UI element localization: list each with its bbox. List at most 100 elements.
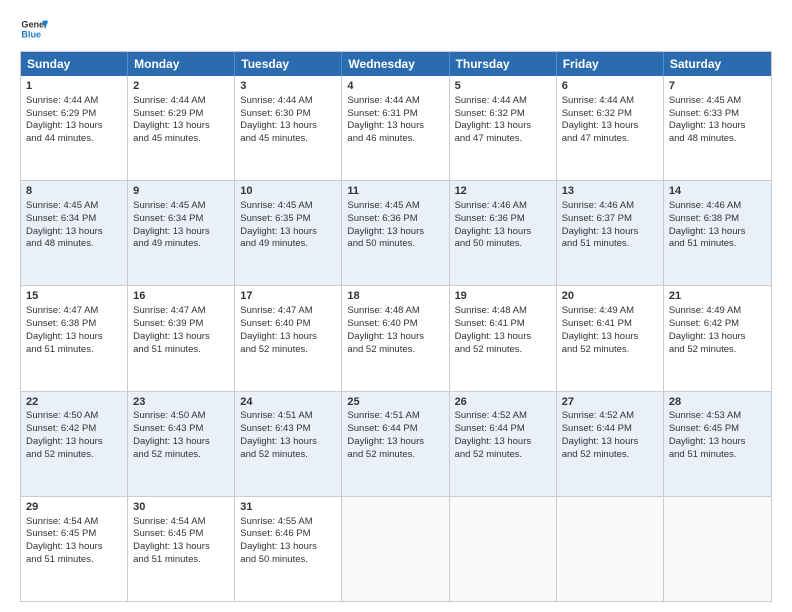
day-info-line: Sunset: 6:29 PM	[26, 108, 122, 121]
day-number: 4	[347, 79, 443, 94]
day-number: 31	[240, 500, 336, 515]
day-number: 20	[562, 289, 658, 304]
day-info-line: Sunrise: 4:45 AM	[240, 200, 336, 213]
day-number: 8	[26, 184, 122, 199]
day-info-line: and 46 minutes.	[347, 133, 443, 146]
day-info-line: Sunrise: 4:46 AM	[455, 200, 551, 213]
day-cell-19: 19Sunrise: 4:48 AMSunset: 6:41 PMDayligh…	[450, 286, 557, 390]
day-info-line: Daylight: 13 hours	[26, 226, 122, 239]
day-info-line: Sunrise: 4:44 AM	[26, 95, 122, 108]
day-info-line: and 45 minutes.	[133, 133, 229, 146]
header-day-saturday: Saturday	[664, 52, 771, 76]
day-info-line: Daylight: 13 hours	[240, 331, 336, 344]
day-info-line: and 52 minutes.	[669, 344, 766, 357]
header-day-tuesday: Tuesday	[235, 52, 342, 76]
day-number: 24	[240, 395, 336, 410]
day-info-line: Sunset: 6:40 PM	[347, 318, 443, 331]
day-cell-22: 22Sunrise: 4:50 AMSunset: 6:42 PMDayligh…	[21, 392, 128, 496]
day-number: 1	[26, 79, 122, 94]
day-cell-1: 1Sunrise: 4:44 AMSunset: 6:29 PMDaylight…	[21, 76, 128, 180]
calendar-row-1: 1Sunrise: 4:44 AMSunset: 6:29 PMDaylight…	[21, 76, 771, 180]
calendar-row-2: 8Sunrise: 4:45 AMSunset: 6:34 PMDaylight…	[21, 180, 771, 285]
day-info-line: Daylight: 13 hours	[347, 120, 443, 133]
day-info-line: Sunset: 6:39 PM	[133, 318, 229, 331]
day-info-line: and 52 minutes.	[240, 344, 336, 357]
day-info-line: Sunrise: 4:47 AM	[240, 305, 336, 318]
day-info-line: and 52 minutes.	[562, 449, 658, 462]
day-cell-3: 3Sunrise: 4:44 AMSunset: 6:30 PMDaylight…	[235, 76, 342, 180]
day-number: 19	[455, 289, 551, 304]
day-number: 17	[240, 289, 336, 304]
day-info-line: Daylight: 13 hours	[669, 331, 766, 344]
day-info-line: and 51 minutes.	[26, 554, 122, 567]
day-info-line: Sunset: 6:42 PM	[26, 423, 122, 436]
day-info-line: and 49 minutes.	[240, 238, 336, 251]
day-info-line: and 52 minutes.	[26, 449, 122, 462]
day-info-line: and 50 minutes.	[347, 238, 443, 251]
day-info-line: Sunrise: 4:46 AM	[669, 200, 766, 213]
day-info-line: and 48 minutes.	[669, 133, 766, 146]
day-info-line: Daylight: 13 hours	[347, 226, 443, 239]
day-cell-17: 17Sunrise: 4:47 AMSunset: 6:40 PMDayligh…	[235, 286, 342, 390]
day-info-line: Sunset: 6:38 PM	[669, 213, 766, 226]
day-info-line: and 52 minutes.	[347, 449, 443, 462]
day-info-line: Daylight: 13 hours	[455, 120, 551, 133]
header: General Blue	[20, 15, 772, 43]
day-number: 12	[455, 184, 551, 199]
page: General Blue SundayMondayTuesdayWednesda…	[0, 0, 792, 612]
day-info-line: Daylight: 13 hours	[347, 436, 443, 449]
logo: General Blue	[20, 15, 48, 43]
calendar-body: 1Sunrise: 4:44 AMSunset: 6:29 PMDaylight…	[21, 76, 771, 601]
day-info-line: Sunset: 6:34 PM	[133, 213, 229, 226]
day-info-line: Sunrise: 4:49 AM	[562, 305, 658, 318]
logo-icon: General Blue	[20, 15, 48, 43]
day-info-line: and 52 minutes.	[240, 449, 336, 462]
day-number: 7	[669, 79, 766, 94]
day-info-line: Daylight: 13 hours	[240, 541, 336, 554]
day-info-line: Sunrise: 4:45 AM	[347, 200, 443, 213]
day-info-line: and 50 minutes.	[240, 554, 336, 567]
day-number: 27	[562, 395, 658, 410]
calendar-row-3: 15Sunrise: 4:47 AMSunset: 6:38 PMDayligh…	[21, 285, 771, 390]
day-cell-12: 12Sunrise: 4:46 AMSunset: 6:36 PMDayligh…	[450, 181, 557, 285]
day-number: 30	[133, 500, 229, 515]
day-cell-31: 31Sunrise: 4:55 AMSunset: 6:46 PMDayligh…	[235, 497, 342, 601]
empty-cell	[557, 497, 664, 601]
day-info-line: Daylight: 13 hours	[455, 331, 551, 344]
day-cell-11: 11Sunrise: 4:45 AMSunset: 6:36 PMDayligh…	[342, 181, 449, 285]
header-day-sunday: Sunday	[21, 52, 128, 76]
day-info-line: Sunset: 6:30 PM	[240, 108, 336, 121]
day-info-line: and 47 minutes.	[562, 133, 658, 146]
day-cell-26: 26Sunrise: 4:52 AMSunset: 6:44 PMDayligh…	[450, 392, 557, 496]
day-cell-30: 30Sunrise: 4:54 AMSunset: 6:45 PMDayligh…	[128, 497, 235, 601]
day-number: 14	[669, 184, 766, 199]
day-info-line: Daylight: 13 hours	[562, 331, 658, 344]
day-number: 6	[562, 79, 658, 94]
day-info-line: Daylight: 13 hours	[133, 226, 229, 239]
day-cell-13: 13Sunrise: 4:46 AMSunset: 6:37 PMDayligh…	[557, 181, 664, 285]
day-info-line: Daylight: 13 hours	[669, 226, 766, 239]
empty-cell	[450, 497, 557, 601]
day-info-line: Sunrise: 4:54 AM	[26, 516, 122, 529]
header-day-thursday: Thursday	[450, 52, 557, 76]
day-info-line: Sunset: 6:31 PM	[347, 108, 443, 121]
day-number: 21	[669, 289, 766, 304]
day-info-line: Daylight: 13 hours	[133, 120, 229, 133]
day-info-line: Sunrise: 4:47 AM	[26, 305, 122, 318]
day-number: 22	[26, 395, 122, 410]
day-info-line: and 51 minutes.	[133, 554, 229, 567]
day-info-line: Sunrise: 4:50 AM	[26, 410, 122, 423]
day-info-line: Sunset: 6:46 PM	[240, 528, 336, 541]
day-info-line: and 49 minutes.	[133, 238, 229, 251]
day-info-line: Sunset: 6:35 PM	[240, 213, 336, 226]
day-info-line: Sunrise: 4:44 AM	[562, 95, 658, 108]
day-cell-23: 23Sunrise: 4:50 AMSunset: 6:43 PMDayligh…	[128, 392, 235, 496]
day-info-line: Sunset: 6:36 PM	[455, 213, 551, 226]
day-info-line: Sunset: 6:43 PM	[240, 423, 336, 436]
day-info-line: Sunset: 6:41 PM	[562, 318, 658, 331]
day-number: 29	[26, 500, 122, 515]
day-info-line: and 52 minutes.	[455, 449, 551, 462]
day-info-line: Sunrise: 4:49 AM	[669, 305, 766, 318]
day-info-line: Daylight: 13 hours	[669, 436, 766, 449]
header-day-monday: Monday	[128, 52, 235, 76]
